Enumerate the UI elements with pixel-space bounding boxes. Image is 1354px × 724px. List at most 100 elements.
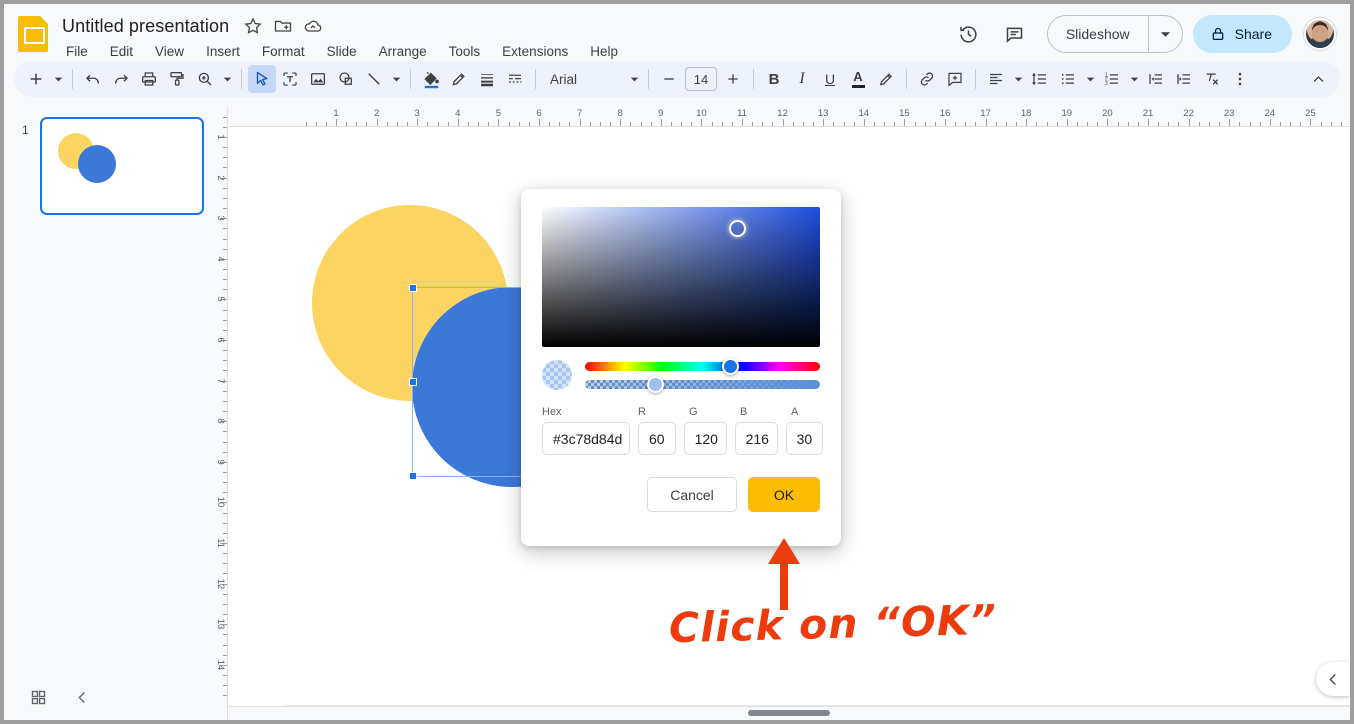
text-box-icon[interactable] — [276, 65, 304, 93]
move-to-folder-icon[interactable] — [273, 16, 293, 36]
hue-slider-thumb[interactable] — [722, 357, 740, 375]
text-color-swatch — [851, 85, 865, 88]
avatar[interactable] — [1304, 18, 1336, 50]
ruler-minor-tick — [315, 122, 317, 126]
ruler-minor-tick — [223, 573, 227, 575]
fill-color-icon[interactable] — [417, 65, 445, 93]
numbered-list-icon[interactable]: 1 2 3 — [1098, 65, 1126, 93]
share-button[interactable]: Share — [1192, 15, 1292, 53]
underline-button[interactable]: U — [816, 65, 844, 93]
ruler-minor-tick — [356, 122, 358, 126]
plus-icon[interactable] — [22, 65, 50, 93]
border-color-icon[interactable] — [445, 65, 473, 93]
line-icon[interactable] — [360, 65, 388, 93]
clear-formatting-icon[interactable] — [1198, 65, 1226, 93]
grid-view-icon[interactable] — [30, 689, 47, 706]
green-input[interactable]: 120 — [683, 422, 727, 455]
collapse-filmstrip-chevron-left-icon[interactable] — [75, 690, 90, 705]
paint-format-icon[interactable] — [163, 65, 191, 93]
italic-button[interactable]: I — [788, 65, 816, 93]
highlight-icon[interactable] — [872, 65, 900, 93]
saturation-value-area[interactable] — [542, 207, 820, 347]
bold-button[interactable]: B — [760, 65, 788, 93]
alpha-slider[interactable] — [585, 375, 820, 393]
cloud-saved-icon[interactable] — [303, 16, 323, 36]
cancel-button[interactable]: Cancel — [647, 477, 737, 512]
ruler-minor-tick — [223, 197, 227, 199]
ruler-label: 12 — [777, 108, 788, 119]
align-chevron-down-icon[interactable] — [1010, 65, 1026, 93]
border-dash-icon[interactable] — [501, 65, 529, 93]
alpha-slider-thumb[interactable] — [647, 375, 664, 393]
text-color-button[interactable]: A — [844, 65, 872, 93]
collapse-toolbar-icon[interactable] — [1304, 65, 1332, 93]
hue-slider[interactable] — [585, 357, 820, 375]
alpha-input[interactable]: 30 — [785, 422, 824, 455]
decrease-indent-icon[interactable] — [1142, 65, 1170, 93]
star-icon[interactable] — [243, 16, 263, 36]
align-icon[interactable] — [982, 65, 1010, 93]
menu-item-tools[interactable]: Tools — [445, 42, 485, 61]
cursor-select-icon[interactable] — [248, 65, 276, 93]
more-options-icon[interactable] — [1226, 65, 1254, 93]
zoom-icon[interactable] — [191, 65, 219, 93]
menu-item-arrange[interactable]: Arrange — [375, 42, 431, 61]
add-comment-icon[interactable] — [941, 65, 969, 93]
ruler-minor-tick — [1168, 122, 1170, 126]
comments-icon[interactable] — [997, 16, 1033, 52]
slideshow-chevron-down-icon[interactable] — [1147, 16, 1182, 52]
red-input[interactable]: 60 — [638, 422, 676, 455]
numbered-list-chevron-down-icon[interactable] — [1126, 65, 1142, 93]
undo-icon[interactable] — [79, 65, 107, 93]
menu-item-edit[interactable]: Edit — [106, 42, 137, 61]
bulleted-list-chevron-down-icon[interactable] — [1082, 65, 1098, 93]
menu-item-extensions[interactable]: Extensions — [498, 42, 572, 61]
slideshow-group: Slideshow — [1046, 15, 1183, 53]
ruler-minor-tick — [711, 122, 713, 126]
font-size-input[interactable]: 14 — [685, 67, 717, 91]
horizontal-ruler[interactable]: 1 2 3 4 5 6 7 8 9 10 11 12 13 14 15 16 17 18 19 20 21 22 23 24 2… — [228, 107, 1350, 127]
redo-icon[interactable] — [107, 65, 135, 93]
plus-icon[interactable] — [719, 65, 747, 93]
menu-item-insert[interactable]: Insert — [202, 42, 244, 61]
menu-item-slide[interactable]: Slide — [323, 42, 361, 61]
shape-icon[interactable] — [332, 65, 360, 93]
resize-handle-middle-left[interactable] — [409, 378, 417, 386]
saturation-value-cursor[interactable] — [728, 220, 746, 238]
ruler-minor-tick — [1259, 122, 1261, 126]
zoom-chevron-down-icon[interactable] — [219, 65, 235, 93]
slideshow-button[interactable]: Slideshow — [1048, 16, 1148, 52]
ruler-minor-tick — [223, 390, 227, 392]
bulleted-list-icon[interactable] — [1054, 65, 1082, 93]
border-weight-icon[interactable] — [473, 65, 501, 93]
vertical-ruler[interactable]: 1 2 3 4 5 6 7 8 9 10 11 12 13 14 — [214, 107, 228, 720]
right-panel-toggle-chevron-left-icon[interactable] — [1316, 662, 1350, 696]
minus-icon[interactable] — [655, 65, 683, 93]
menu-item-view[interactable]: View — [151, 42, 188, 61]
menu-item-file[interactable]: File — [62, 42, 92, 61]
line-spacing-icon[interactable] — [1026, 65, 1054, 93]
ok-button[interactable]: OK — [748, 477, 820, 512]
menu-item-format[interactable]: Format — [258, 42, 309, 61]
new-slide-chevron-down-icon[interactable] — [50, 65, 66, 93]
ruler-minor-tick — [1036, 122, 1038, 126]
ruler-label: 20 — [1102, 108, 1113, 119]
horizontal-scrollbar[interactable] — [748, 710, 830, 716]
hex-input[interactable]: #3c78d84d — [542, 422, 630, 455]
document-title[interactable]: Untitled presentation — [58, 15, 233, 38]
insert-link-icon[interactable] — [913, 65, 941, 93]
resize-handle-bottom-left[interactable] — [409, 472, 417, 480]
ruler-minor-tick — [1087, 122, 1089, 126]
slide-thumbnail-1[interactable] — [40, 117, 204, 215]
blue-input[interactable]: 216 — [734, 422, 778, 455]
font-name-selector[interactable]: Arial — [542, 72, 626, 87]
resize-handle-top-left[interactable] — [409, 284, 417, 292]
menu-item-help[interactable]: Help — [586, 42, 622, 61]
line-chevron-down-icon[interactable] — [388, 65, 404, 93]
print-icon[interactable] — [135, 65, 163, 93]
font-chevron-down-icon[interactable] — [626, 65, 642, 93]
version-history-icon[interactable] — [951, 16, 987, 52]
insert-image-icon[interactable] — [304, 65, 332, 93]
ruler-minor-tick — [223, 674, 227, 676]
increase-indent-icon[interactable] — [1170, 65, 1198, 93]
